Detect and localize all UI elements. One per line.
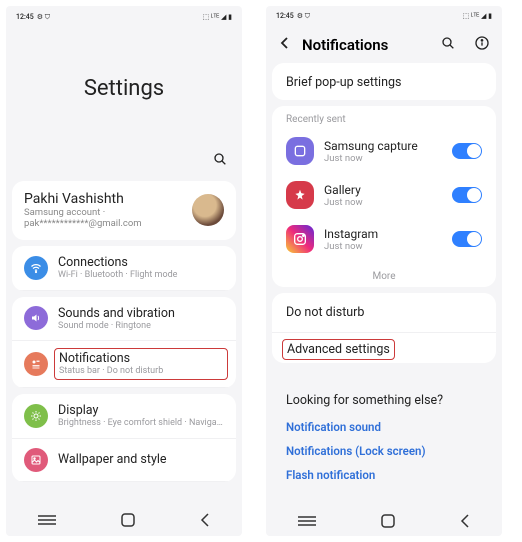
- status-bar: 12:45⚙ ⛉ ⬚ ᴸᵀᴱ ◢ ▮: [6, 6, 242, 28]
- phone-settings: 12:45⚙ ⛉ ⬚ ᴸᵀᴱ ◢ ▮ Settings Pakhi Vashis…: [6, 6, 242, 536]
- page-header: Notifications: [266, 27, 502, 63]
- phone-notifications: 12:45⚙ ⛉ ⬚ ᴸᵀᴱ ◢ ▮ Notifications Brief p…: [266, 6, 502, 536]
- android-navbar: [6, 504, 242, 536]
- toggle-instagram[interactable]: [452, 231, 482, 247]
- settings-list-1: Connections Wi-Fi · Bluetooth · Flight m…: [12, 246, 236, 291]
- link-notification-sound[interactable]: Notification sound: [286, 420, 482, 434]
- home-button[interactable]: [121, 513, 135, 527]
- looking-title: Looking for something else?: [286, 393, 482, 408]
- display-icon: [24, 404, 48, 428]
- highlight-notifications: Notifications Status bar · Do not distur…: [54, 348, 228, 380]
- instagram-icon: [286, 225, 314, 253]
- recents-button[interactable]: [298, 516, 316, 526]
- back-button[interactable]: [460, 514, 470, 528]
- more-button[interactable]: More: [272, 261, 496, 287]
- page-title: Notifications: [302, 36, 430, 54]
- search-icon[interactable]: [212, 151, 228, 171]
- settings-item-wallpaper[interactable]: Wallpaper and style: [12, 439, 236, 482]
- link-flash-notification[interactable]: Flash notification: [286, 468, 482, 482]
- brief-popup-row[interactable]: Brief pop-up settings: [272, 63, 496, 100]
- toggle-samsung-capture[interactable]: [452, 143, 482, 159]
- wallpaper-icon: [24, 448, 48, 472]
- search-icon[interactable]: [440, 35, 456, 55]
- settings-item-notifications[interactable]: Notifications Status bar · Do not distur…: [12, 341, 236, 388]
- gallery-icon: [286, 181, 314, 209]
- status-bar: 12:45⚙ ⛉ ⬚ ᴸᵀᴱ ◢ ▮: [266, 6, 502, 27]
- avatar: [192, 194, 224, 226]
- settings-list-3: Display Brightness · Eye comfort shield …: [12, 394, 236, 482]
- highlight-advanced: Advanced settings: [282, 339, 395, 360]
- recents-button[interactable]: [38, 515, 56, 525]
- home-button[interactable]: [381, 514, 395, 528]
- app-row-instagram[interactable]: Instagram Just now: [272, 217, 496, 261]
- advanced-settings-row[interactable]: Advanced settings: [272, 333, 496, 363]
- recently-sent-header: Recently sent: [272, 106, 496, 129]
- account-name: Pakhi Vashishth: [24, 191, 184, 207]
- dnd-row[interactable]: Do not disturb: [272, 293, 496, 333]
- notifications-icon: [24, 352, 48, 376]
- android-navbar: [266, 506, 502, 536]
- link-notifications-lockscreen[interactable]: Notifications (Lock screen): [286, 444, 482, 458]
- section-brief: Brief pop-up settings: [272, 63, 496, 100]
- account-row[interactable]: Pakhi Vashishth Samsung account · pak***…: [12, 181, 236, 240]
- samsung-capture-icon: [286, 137, 314, 165]
- app-row-gallery[interactable]: Gallery Just now: [272, 173, 496, 217]
- info-icon[interactable]: [474, 35, 490, 55]
- settings-list-2: Sounds and vibration Sound mode · Ringto…: [12, 297, 236, 389]
- page-title: Settings: [6, 28, 242, 151]
- looking-section: Looking for something else? Notification…: [272, 379, 496, 506]
- section-dnd: Do not disturb Advanced settings: [272, 293, 496, 363]
- app-row-samsung-capture[interactable]: Samsung capture Just now: [272, 129, 496, 173]
- wifi-icon: [24, 256, 48, 280]
- settings-item-sounds[interactable]: Sounds and vibration Sound mode · Ringto…: [12, 297, 236, 342]
- section-recent: Recently sent Samsung capture Just now G…: [272, 106, 496, 287]
- toggle-gallery[interactable]: [452, 187, 482, 203]
- back-button[interactable]: [200, 513, 210, 527]
- settings-item-connections[interactable]: Connections Wi-Fi · Bluetooth · Flight m…: [12, 246, 236, 291]
- sound-icon: [24, 306, 48, 330]
- account-sub: Samsung account · pak************@gmail.…: [24, 207, 184, 230]
- settings-item-display[interactable]: Display Brightness · Eye comfort shield …: [12, 394, 236, 439]
- back-icon[interactable]: [278, 35, 292, 54]
